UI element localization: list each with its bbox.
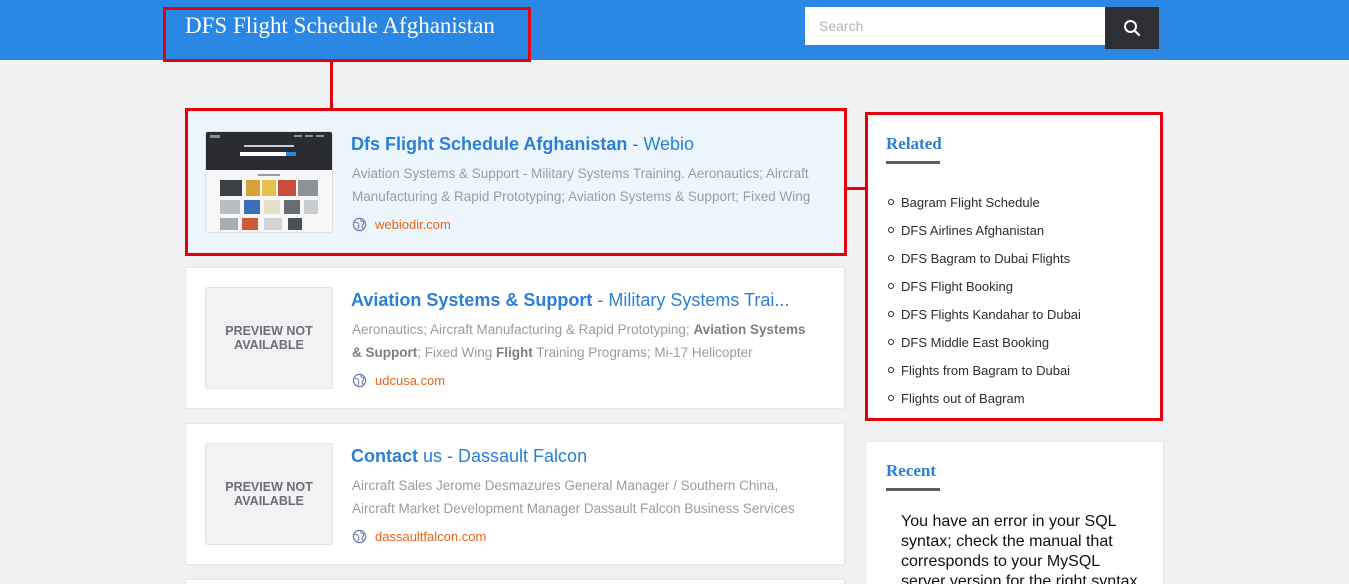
annotation-connector (847, 187, 865, 190)
annotation-connector (330, 62, 333, 110)
result-thumbnail[interactable]: PREVIEW NOT AVAILABLE (205, 287, 333, 389)
bullet-icon (888, 199, 894, 205)
bullet-icon (888, 227, 894, 233)
bullet-icon (888, 339, 894, 345)
recent-error-text: You have an error in your SQL syntax; ch… (901, 513, 1138, 584)
related-item[interactable]: Bagram Flight Schedule (888, 188, 1081, 216)
result-description: Aviation Systems & Support - Military Sy… (352, 166, 811, 204)
result-title[interactable]: Contact us - Dassault Falcon (351, 446, 801, 467)
bullet-icon (888, 255, 894, 261)
preview-not-available: PREVIEW NOT AVAILABLE (225, 479, 313, 509)
title-underline (886, 161, 940, 164)
search-input[interactable] (805, 7, 1105, 45)
related-list: Bagram Flight Schedule DFS Airlines Afgh… (888, 188, 1081, 412)
globe-icon (352, 373, 367, 388)
related-item[interactable]: DFS Airlines Afghanistan (888, 216, 1081, 244)
result-description: Aeronautics; Aircraft Manufacturing & Ra… (352, 322, 806, 360)
result-thumbnail[interactable] (205, 131, 333, 233)
related-widget: Related Bagram Flight Schedule DFS Airli… (865, 114, 1164, 419)
related-item[interactable]: Flights from Bagram to Dubai (888, 356, 1081, 384)
title-underline (886, 488, 940, 491)
result-card[interactable]: PREVIEW NOT AVAILABLE Aviation Systems &… (185, 267, 845, 409)
bullet-icon (888, 283, 894, 289)
recent-widget: Recent You have an error in your SQL syn… (865, 441, 1164, 584)
related-title: Related (886, 134, 942, 153)
related-item[interactable]: DFS Flight Booking (888, 272, 1081, 300)
search-icon (1124, 20, 1141, 37)
bullet-icon (888, 311, 894, 317)
bullet-icon (888, 367, 894, 373)
result-card[interactable]: Dfs Flight Schedule Afghanistan - Webio … (185, 111, 845, 253)
result-title[interactable]: Dfs Flight Schedule Afghanistan - Webio (351, 134, 801, 155)
result-thumbnail[interactable]: PREVIEW NOT AVAILABLE (205, 443, 333, 545)
result-card[interactable]: PREVIEW NOT AVAILABLE Contact us - Dassa… (185, 423, 845, 565)
result-url[interactable]: dassaultfalcon.com (352, 529, 486, 544)
related-item[interactable]: DFS Flights Kandahar to Dubai (888, 300, 1081, 328)
site-title[interactable]: DFS Flight Schedule Afghanistan (185, 13, 495, 39)
related-item[interactable]: DFS Middle East Booking (888, 328, 1081, 356)
result-description: Aircraft Sales Jerome Desmazures General… (352, 478, 795, 516)
search-button[interactable] (1105, 7, 1159, 49)
globe-icon (352, 529, 367, 544)
result-url[interactable]: webiodir.com (352, 217, 451, 232)
preview-not-available: PREVIEW NOT AVAILABLE (225, 323, 313, 353)
result-card[interactable] (185, 579, 845, 584)
related-item[interactable]: Flights out of Bagram (888, 384, 1081, 412)
result-url[interactable]: udcusa.com (352, 373, 445, 388)
globe-icon (352, 217, 367, 232)
recent-title: Recent (886, 461, 937, 480)
related-item[interactable]: DFS Bagram to Dubai Flights (888, 244, 1081, 272)
website-screenshot-image (206, 132, 332, 232)
result-title[interactable]: Aviation Systems & Support - Military Sy… (351, 290, 801, 311)
bullet-icon (888, 395, 894, 401)
